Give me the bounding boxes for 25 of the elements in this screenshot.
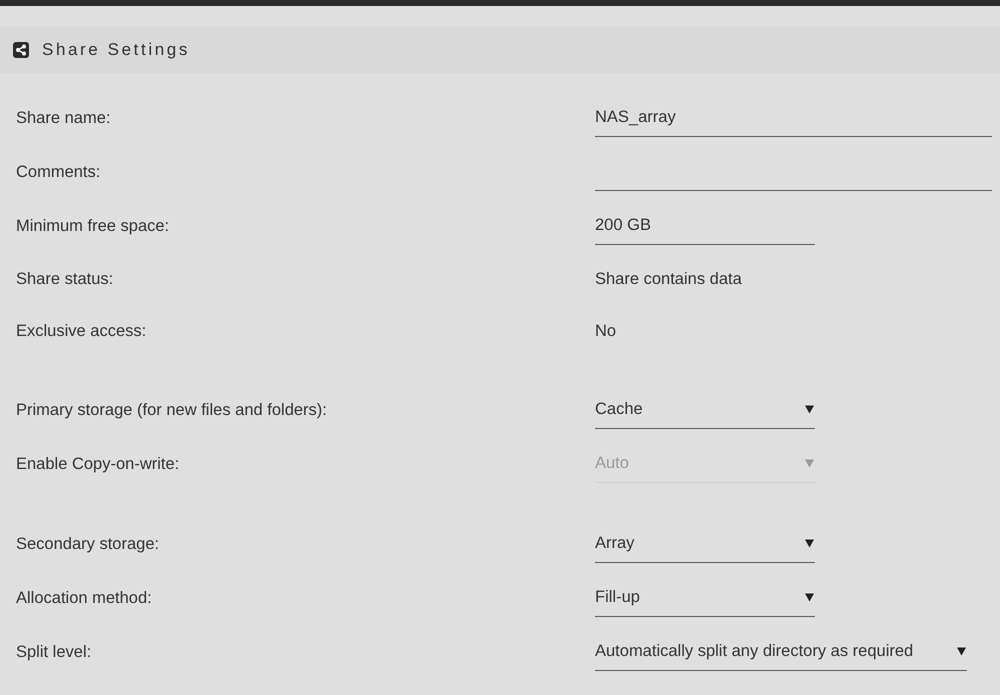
caret-icon	[805, 539, 814, 548]
dropdown[interactable]: Automatically split any directory as required	[595, 633, 968, 671]
caret-icon	[805, 593, 814, 602]
field-label: Enable Copy-on-write:	[16, 454, 180, 474]
dropdown[interactable]: Array	[595, 525, 815, 563]
status-text: Share contains data	[595, 270, 742, 288]
dropdown[interactable]: Cache	[595, 391, 815, 429]
field-label: Allocation method:	[16, 588, 153, 608]
panel-title: Share Settings	[42, 40, 190, 60]
dropdown[interactable]: Fill-up	[595, 579, 815, 617]
status-text: No	[595, 322, 616, 340]
caret-icon	[805, 405, 814, 414]
field-label: Primary storage (for new files and folders):	[16, 400, 328, 420]
share-icon	[13, 42, 29, 58]
field-label: Comments:	[16, 162, 102, 182]
caret-icon	[957, 647, 966, 656]
field-label: Share name:	[16, 108, 112, 128]
field-label: Exclusive access:	[16, 322, 148, 340]
field-label: Split level:	[16, 642, 92, 662]
field-label: Secondary storage:	[16, 534, 160, 554]
caret-icon	[805, 459, 814, 468]
field-label: Minimum free space:	[16, 216, 170, 236]
input-field[interactable]: 200 GB	[595, 207, 815, 245]
field-label: Share status:	[16, 270, 114, 288]
input-field[interactable]: NAS_array	[595, 99, 992, 137]
